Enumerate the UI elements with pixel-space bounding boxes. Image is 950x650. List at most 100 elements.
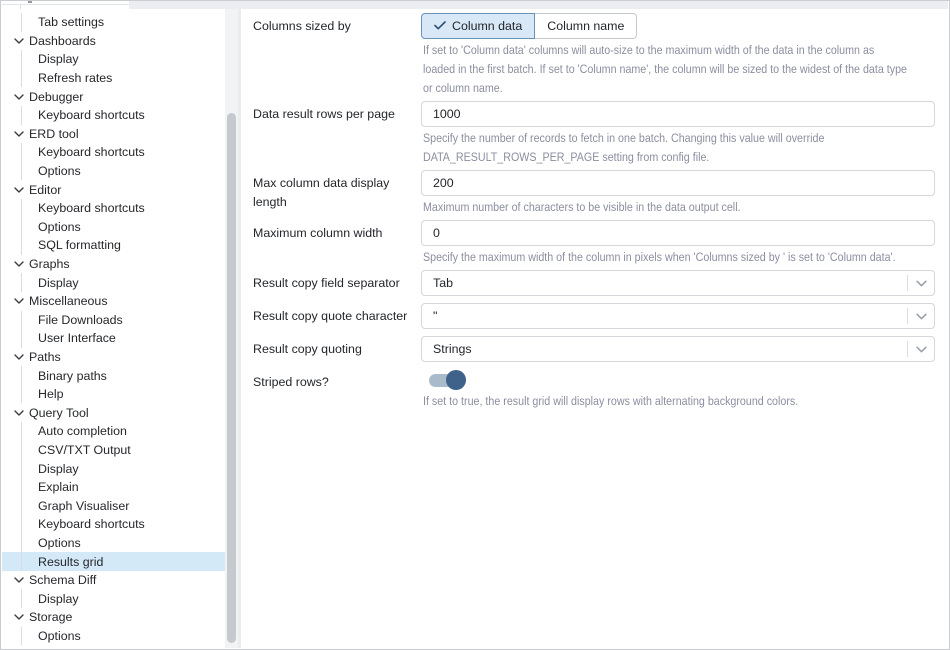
field-control-area: Column dataColumn nameIf set to 'Column …: [421, 13, 935, 98]
chevron-down-icon: [14, 409, 25, 417]
setting-row-result-copy-field-separator: Result copy field separatorTab: [253, 270, 935, 296]
tree-item-label: CSV/TXT Output: [38, 443, 131, 457]
tree-item-sql-formatting[interactable]: SQL formatting: [2, 236, 238, 255]
setting-row-result-copy-quote-character: Result copy quote character": [253, 303, 935, 329]
tree-item-label: Keyboard shortcuts: [38, 517, 145, 531]
field-control-area: Strings: [421, 336, 935, 362]
tree-item-options[interactable]: Options: [2, 162, 238, 181]
tree-item-label: Schema Diff: [29, 573, 96, 587]
tree-item-graph-visualiser[interactable]: Graph Visualiser: [2, 496, 238, 515]
tree-group-query-tool[interactable]: Query Tool: [2, 403, 238, 422]
tree-group-dashboards[interactable]: Dashboards: [2, 32, 238, 51]
tree-item-tab-settings[interactable]: Tab settings: [2, 13, 238, 32]
tree-guide-line: [21, 422, 22, 441]
tree-guide-line: [21, 273, 22, 292]
tree-group-storage[interactable]: Storage: [2, 608, 238, 627]
help-text: Maximum number of characters to be visib…: [421, 198, 935, 217]
chevron-down-icon: [14, 93, 25, 101]
tree-item-results-grid[interactable]: Results grid: [2, 552, 238, 571]
tree-guide-line: [21, 459, 22, 478]
help-text: If set to true, the result grid will dis…: [421, 392, 935, 411]
maximum-column-width-input[interactable]: [421, 220, 935, 246]
tree-item-label: Auto completion: [38, 424, 127, 438]
tree-item-label: Display: [38, 52, 79, 66]
tree-guide-line: [21, 69, 22, 88]
tree-item-display[interactable]: Display: [2, 50, 238, 69]
settings-panel: Columns sized byColumn dataColumn nameIf…: [241, 9, 948, 648]
help-text-line: or column name.: [423, 79, 868, 98]
tree-guide-line: [21, 50, 22, 69]
tree-guide-line: [21, 199, 22, 218]
tree-item-csv-txt-output[interactable]: CSV/TXT Output: [2, 441, 238, 460]
tree-item-display[interactable]: Display: [2, 273, 238, 292]
max-column-data-display-length-input[interactable]: [421, 170, 935, 196]
tree-item-keyboard-shortcuts[interactable]: Keyboard shortcuts: [2, 199, 238, 218]
tree-item-file-downloads[interactable]: File Downloads: [2, 311, 238, 330]
select-value: ": [433, 309, 907, 323]
striped-rows-switch[interactable]: [429, 370, 466, 390]
tree-item-label: Debugger: [29, 90, 83, 104]
setting-row-max-column-data-display-length: Max column data display lengthMaximum nu…: [253, 170, 935, 217]
field-control-area: Tab: [421, 270, 935, 296]
chevron-down-icon[interactable]: [908, 313, 934, 320]
segment-column-data[interactable]: Column data: [421, 13, 535, 39]
tree-group-debugger[interactable]: Debugger: [2, 87, 238, 106]
tree-group-miscellaneous[interactable]: Miscellaneous: [2, 292, 238, 311]
select-value: Strings: [433, 342, 907, 356]
tree-item-label: Binary paths: [38, 369, 107, 383]
tree-item-keyboard-shortcuts[interactable]: Keyboard shortcuts: [2, 143, 238, 162]
tree-item-options[interactable]: Options: [2, 218, 238, 237]
help-text-line: Specify the number of records to fetch i…: [423, 129, 868, 148]
tree-item-label: Storage: [29, 610, 72, 624]
tree-item-label: Explain: [38, 480, 79, 494]
chevron-down-icon: [14, 130, 25, 138]
result-copy-quoting-select[interactable]: Strings: [421, 336, 935, 362]
tree-item-label: Options: [38, 220, 81, 234]
tree-item-help[interactable]: Help: [2, 385, 238, 404]
help-text-line: loaded in the first batch. If set to 'Co…: [423, 60, 868, 79]
data-result-rows-per-page-input[interactable]: [421, 101, 935, 127]
tree-item-keyboard-shortcuts[interactable]: Keyboard shortcuts: [2, 515, 238, 534]
result-copy-quote-character-select[interactable]: ": [421, 303, 935, 329]
field-label: Max column data display length: [253, 170, 421, 217]
scrollbar-thumb[interactable]: [227, 113, 236, 643]
tree-item-label: Options: [38, 629, 81, 643]
help-text: If set to 'Column data' columns will aut…: [421, 41, 935, 98]
tree-item-label: Keyboard shortcuts: [38, 108, 145, 122]
help-text-line: Specify the maximum width of the column …: [423, 248, 868, 267]
chevron-down-icon: [14, 353, 25, 361]
tree-item-keyboard-shortcuts[interactable]: Keyboard shortcuts: [2, 106, 238, 125]
tree-item-label: Query Tool: [29, 406, 89, 420]
tree-group-schema-diff[interactable]: Schema Diff: [2, 571, 238, 590]
tree-item-options[interactable]: Options: [2, 534, 238, 553]
tree-item-options[interactable]: Options: [2, 627, 238, 646]
tree-item-display[interactable]: Display: [2, 459, 238, 478]
tree-item-auto-completion[interactable]: Auto completion: [2, 422, 238, 441]
tree-guide-line: [21, 366, 22, 385]
tree-guide-line: [21, 106, 22, 125]
help-text: Specify the number of records to fetch i…: [421, 129, 935, 167]
segment-column-name[interactable]: Column name: [534, 13, 637, 39]
tree-item-binary-paths[interactable]: Binary paths: [2, 366, 238, 385]
setting-row-striped-rows: Striped rows?If set to true, the result …: [253, 369, 935, 411]
chevron-down-icon[interactable]: [908, 280, 934, 287]
chevron-down-icon[interactable]: [908, 346, 934, 353]
top-cutoff-divider: [2, 4, 129, 5]
tree-guide-line: [21, 478, 22, 497]
result-copy-field-separator-select[interactable]: Tab: [421, 270, 935, 296]
tree-guide-line: [21, 162, 22, 181]
tree-item-explain[interactable]: Explain: [2, 478, 238, 497]
tree-guide-line: [21, 627, 22, 646]
sidebar-scrollbar[interactable]: [225, 9, 238, 648]
tree-group-erd-tool[interactable]: ERD tool: [2, 125, 238, 144]
tree-group-paths[interactable]: Paths: [2, 348, 238, 367]
tree-group-graphs[interactable]: Graphs: [2, 255, 238, 274]
tree-item-user-interface[interactable]: User Interface: [2, 329, 238, 348]
chevron-down-icon: [14, 37, 25, 45]
tree-item-refresh-rates[interactable]: Refresh rates: [2, 69, 238, 88]
cutoff-text-fragment: [28, 1, 32, 3]
tree-group-editor[interactable]: Editor: [2, 180, 238, 199]
help-text: Specify the maximum width of the column …: [421, 248, 935, 267]
tree-item-display[interactable]: Display: [2, 589, 238, 608]
tree-guide-line: [21, 552, 22, 571]
